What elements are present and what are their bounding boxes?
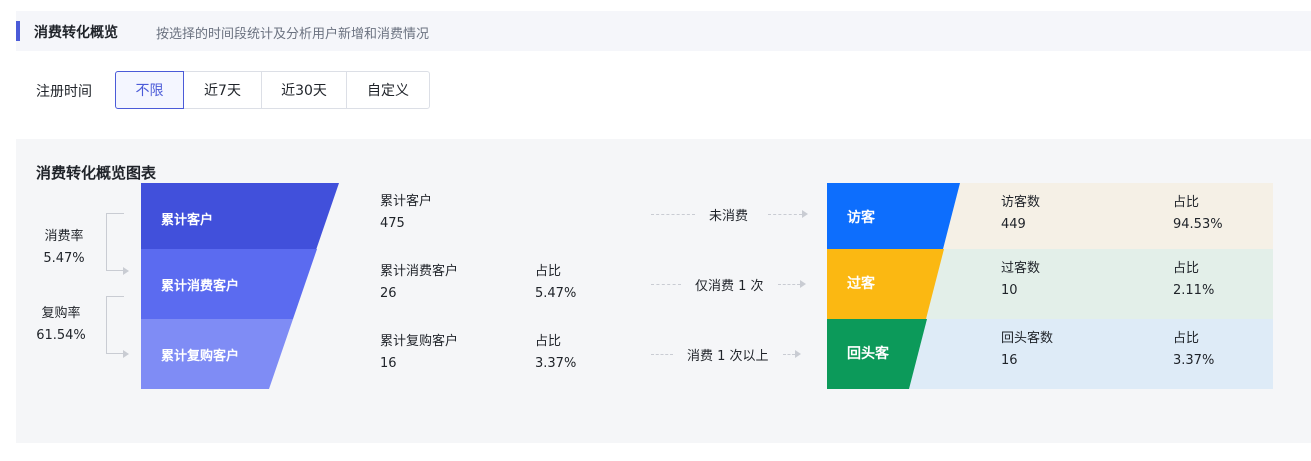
segment-ratio: 占比 3.37% [1173, 328, 1214, 372]
repurchase-rate-value: 61.54% [36, 328, 86, 343]
segment-ratio-value: 94.53% [1173, 217, 1223, 232]
connector-consumed-once: 仅消费 1 次 [651, 274, 806, 294]
repurchase-rate-arrow-icon [123, 350, 129, 358]
section-description: 按选择的时间段统计及分析用户新增和消费情况 [156, 27, 430, 42]
funnel-step-total-customers: 累计客户 [141, 183, 339, 253]
segment-count-label: 访客数 [1001, 195, 1041, 210]
funnel-step-consumed-customers: 累计消费客户 [141, 249, 317, 319]
metric-repurchase-ratio: 占比 3.37% [535, 331, 576, 375]
arrow-right-icon [799, 280, 806, 288]
segment-returning: 回头客 回头客数 16 占比 3.37% [827, 319, 1273, 389]
segment-ratio-value: 2.11% [1173, 283, 1215, 298]
filter-label: 注册时间 [36, 84, 92, 100]
connector-label: 消费 1 次以上 [687, 348, 769, 364]
segment-count-value: 16 [1001, 353, 1018, 368]
arrow-right-icon [794, 350, 801, 358]
segment-count: 过客数 10 [1001, 258, 1040, 302]
segment-ratio-label: 占比 [1173, 261, 1200, 276]
segment-name: 回头客 [847, 346, 889, 362]
repurchase-rate-bracket [106, 296, 124, 354]
repurchase-rate: 复购率 61.54% [30, 303, 92, 347]
consume-rate-bracket [106, 213, 124, 271]
metric-ratio-value: 3.37% [535, 356, 577, 371]
connector-consumed-more: 消费 1 次以上 [651, 344, 801, 364]
metric-value: 26 [380, 286, 397, 301]
segment-name: 过客 [847, 276, 875, 292]
consume-rate-arrow-icon [123, 267, 129, 275]
segment-count-label: 回头客数 [1001, 331, 1054, 346]
segment-passerby: 过客 过客数 10 占比 2.11% [827, 249, 1273, 319]
segment-count: 访客数 449 [1001, 192, 1040, 236]
metric-label: 累计复购客户 [380, 334, 459, 349]
section-header: 消费转化概览 按选择的时间段统计及分析用户新增和消费情况 [16, 11, 1311, 51]
metric-total-customers: 累计客户 475 [380, 191, 432, 235]
segment-count-label: 过客数 [1001, 261, 1041, 276]
arrow-right-icon [802, 210, 809, 218]
funnel-step-label: 累计消费客户 [161, 278, 240, 294]
segment-count-value: 10 [1001, 283, 1018, 298]
segment-ratio: 占比 94.53% [1173, 192, 1223, 236]
metric-consumed-customers: 累计消费客户 26 [380, 261, 458, 305]
metric-consumed-ratio: 占比 5.47% [535, 261, 576, 305]
filter-option-unlimited[interactable]: 不限 [115, 71, 184, 109]
segment-visitor: 访客 访客数 449 占比 94.53% [827, 183, 1273, 253]
chart-title: 消费转化概览图表 [36, 164, 157, 182]
funnel-step-label: 累计客户 [161, 212, 214, 228]
connector-label: 未消费 [709, 208, 749, 224]
metric-ratio-label: 占比 [535, 264, 562, 279]
connector-not-consumed: 未消费 [651, 204, 809, 224]
section-title: 消费转化概览 [34, 25, 118, 41]
segment-ratio-label: 占比 [1173, 331, 1200, 346]
consume-rate: 消费率 5.47% [34, 226, 94, 270]
consume-rate-label: 消费率 [44, 229, 84, 244]
segment-count: 回头客数 16 [1001, 328, 1053, 372]
metric-value: 16 [380, 356, 397, 371]
segment-name: 访客 [847, 210, 875, 226]
segment-count-value: 449 [1001, 217, 1026, 232]
filter-option-30days[interactable]: 近30天 [261, 71, 347, 109]
metric-ratio-value: 5.47% [535, 286, 577, 301]
header-accent-bar [16, 21, 20, 41]
metric-label: 累计消费客户 [380, 264, 459, 279]
filter-option-7days[interactable]: 近7天 [183, 71, 262, 109]
registration-time-filter: 不限 近7天 近30天 自定义 [115, 71, 430, 109]
metric-label: 累计客户 [380, 194, 433, 209]
repurchase-rate-label: 复购率 [41, 306, 81, 321]
segment-ratio: 占比 2.11% [1173, 258, 1214, 302]
metric-repurchase-customers: 累计复购客户 16 [380, 331, 458, 375]
funnel-step-repurchase-customers: 累计复购客户 [141, 319, 293, 389]
segment-ratio-label: 占比 [1173, 195, 1200, 210]
connector-label: 仅消费 1 次 [695, 278, 764, 294]
metric-ratio-label: 占比 [535, 334, 562, 349]
segment-ratio-value: 3.37% [1173, 353, 1215, 368]
consume-rate-value: 5.47% [43, 251, 85, 266]
funnel-step-label: 累计复购客户 [161, 348, 240, 364]
filter-option-custom[interactable]: 自定义 [346, 71, 430, 109]
metric-value: 475 [380, 216, 405, 231]
